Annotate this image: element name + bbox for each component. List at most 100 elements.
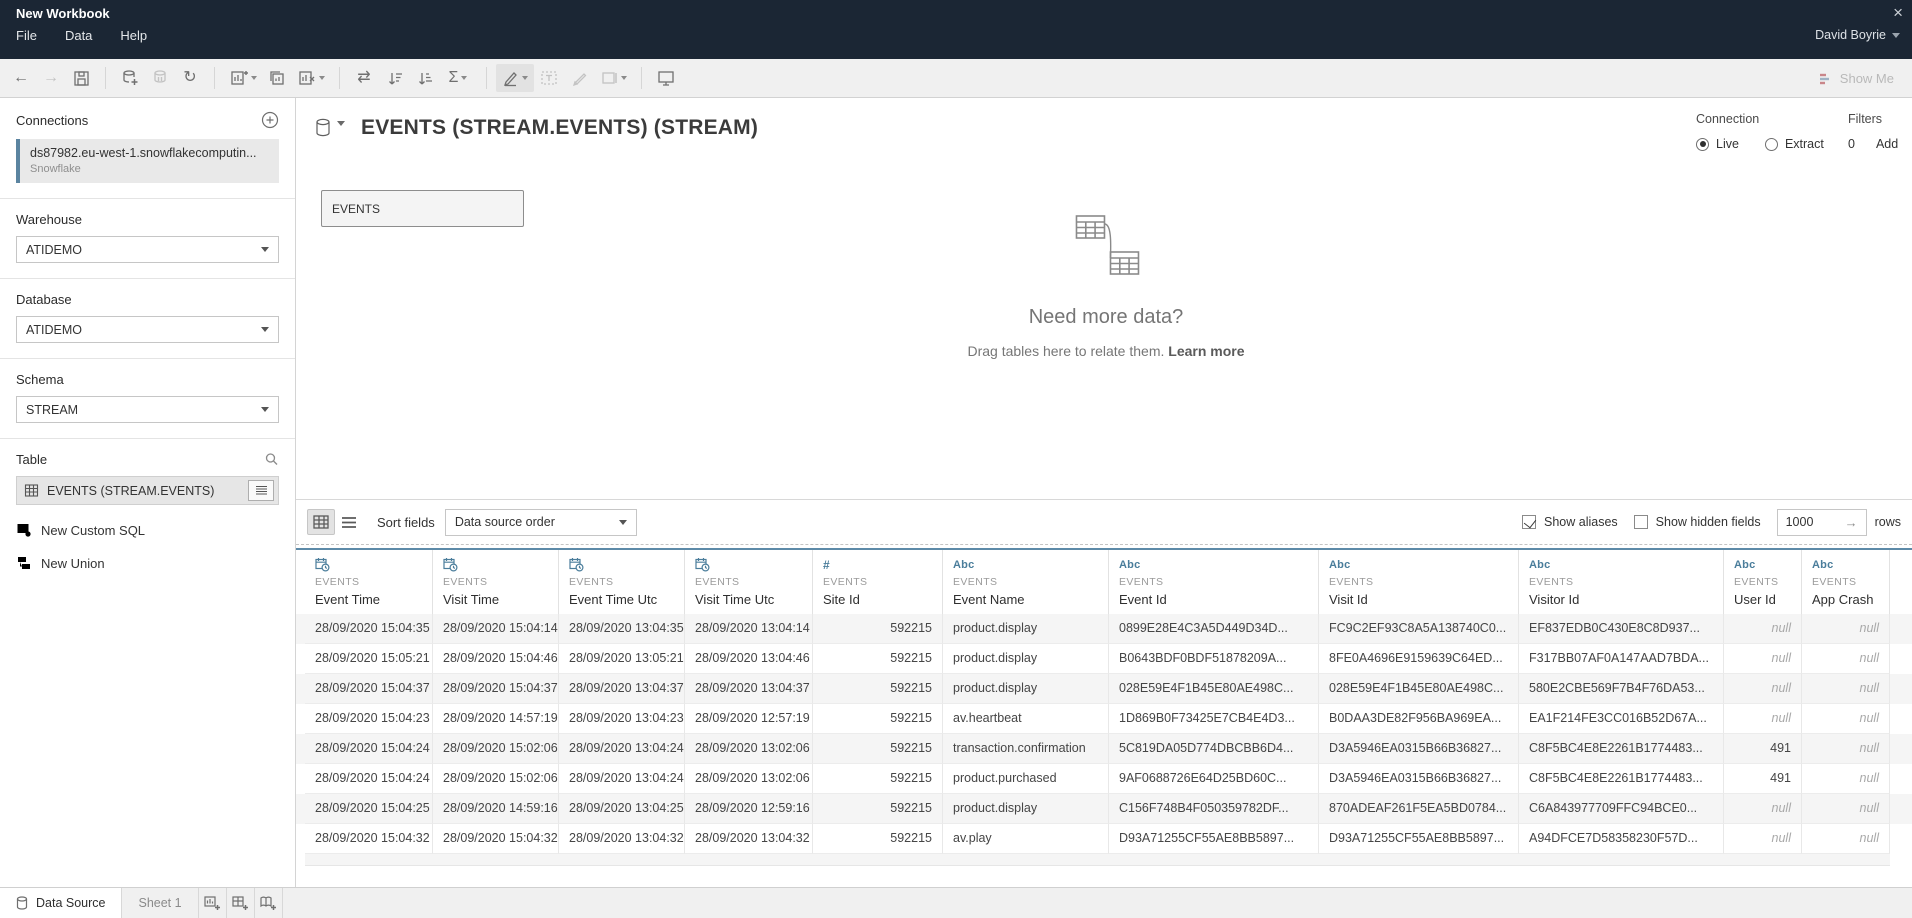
run-update-button[interactable]: ↻ [175, 64, 205, 92]
table-cell[interactable]: 28/09/2020 12:59:16 [685, 794, 813, 824]
menu-data[interactable]: Data [65, 28, 92, 43]
pause-auto-updates-button[interactable] [145, 64, 175, 92]
column-header-visitor-id[interactable]: AbcEVENTSVisitor Id [1519, 550, 1724, 614]
table-cell[interactable]: D93A71255CF55AE8BB5897... [1319, 824, 1519, 854]
table-cell[interactable]: null [1724, 614, 1802, 644]
table-cell[interactable]: 592215 [813, 764, 943, 794]
table-cell[interactable]: 9AF0688726E64D25BD60C... [1109, 764, 1319, 794]
table-cell[interactable]: 28/09/2020 13:05:21 [559, 644, 685, 674]
table-cell[interactable]: 28/09/2020 14:57:19 [433, 704, 559, 734]
add-connection-icon[interactable] [261, 111, 279, 129]
table-cell[interactable]: 28/09/2020 13:02:06 [685, 764, 813, 794]
table-cell[interactable]: 28/09/2020 15:04:32 [433, 824, 559, 854]
table-cell[interactable]: FC9C2EF93C8A5A138740C0... [1319, 614, 1519, 644]
table-cell[interactable]: 28/09/2020 13:04:25 [559, 794, 685, 824]
table-cell[interactable]: av.play [943, 824, 1109, 854]
warehouse-select[interactable]: ATIDEMO [16, 236, 279, 263]
table-cell[interactable]: B0643BDF0BDF51878209A... [1109, 644, 1319, 674]
table-cell[interactable]: 491 [1724, 764, 1802, 794]
table-item-events[interactable]: EVENTS (STREAM.EVENTS) [16, 476, 279, 505]
table-cell[interactable]: 28/09/2020 15:04:23 [305, 704, 433, 734]
table-cell[interactable]: null [1724, 704, 1802, 734]
table-cell[interactable]: 28/09/2020 15:02:06 [433, 764, 559, 794]
table-cell[interactable]: product.display [943, 794, 1109, 824]
table-cell[interactable]: 28/09/2020 13:04:37 [685, 674, 813, 704]
mark-labels-button[interactable] [534, 64, 564, 92]
redo-button[interactable]: → [36, 64, 66, 92]
table-cell[interactable]: D93A71255CF55AE8BB5897... [1109, 824, 1319, 854]
new-worksheet-tab-button[interactable] [199, 888, 227, 918]
table-cell[interactable]: F317BB07AF0A147AAD7BDA... [1519, 644, 1724, 674]
schema-select[interactable]: STREAM [16, 396, 279, 423]
format-button[interactable] [564, 64, 594, 92]
totals-button[interactable]: Σ [439, 64, 477, 92]
learn-more-link[interactable]: Learn more [1168, 343, 1244, 359]
sort-ascending-button[interactable] [379, 64, 409, 92]
table-cell[interactable]: 28/09/2020 13:04:37 [559, 674, 685, 704]
column-header-visit-time[interactable]: EVENTSVisit Time [433, 550, 559, 614]
table-cell[interactable]: null [1802, 734, 1890, 764]
highlight-button[interactable] [496, 64, 534, 92]
show-hidden-fields-checkbox[interactable] [1634, 515, 1648, 529]
table-cell[interactable]: 28/09/2020 13:04:24 [559, 764, 685, 794]
table-cell[interactable]: EF837EDB0C430E8C8D937... [1519, 614, 1724, 644]
table-cell[interactable]: 5C819DA05D774DBCBB6D4... [1109, 734, 1319, 764]
save-button[interactable] [66, 64, 96, 92]
table-cell[interactable]: 28/09/2020 12:57:19 [685, 704, 813, 734]
new-data-source-button[interactable] [115, 64, 145, 92]
column-header-event-time[interactable]: EVENTSEvent Time [305, 550, 433, 614]
table-cell[interactable]: 028E59E4F1B45E80AE498C... [1319, 674, 1519, 704]
row-count-input[interactable]: 1000 → [1777, 509, 1867, 536]
table-cell[interactable]: null [1802, 824, 1890, 854]
drop-zone[interactable]: Need more data? Drag tables here to rela… [967, 210, 1244, 359]
table-cell[interactable]: 592215 [813, 704, 943, 734]
close-icon[interactable]: × [1893, 3, 1903, 23]
live-radio[interactable]: Live [1696, 137, 1739, 151]
events-table-node[interactable]: EVENTS [321, 190, 524, 227]
table-cell[interactable]: null [1724, 674, 1802, 704]
presentation-mode-button[interactable] [651, 64, 681, 92]
menu-help[interactable]: Help [120, 28, 147, 43]
table-cell[interactable]: C6A843977709FFC94BCE0... [1519, 794, 1724, 824]
table-cell[interactable]: 28/09/2020 15:04:14 [433, 614, 559, 644]
table-cell[interactable]: 592215 [813, 734, 943, 764]
table-cell[interactable]: 8FE0A4696E9159639C64ED... [1319, 644, 1519, 674]
table-cell[interactable]: EA1F214FE3CC016B52D67A... [1519, 704, 1724, 734]
table-cell[interactable]: 28/09/2020 15:04:24 [305, 764, 433, 794]
column-header-event-id[interactable]: AbcEVENTSEvent Id [1109, 550, 1319, 614]
table-cell[interactable]: 28/09/2020 15:04:24 [305, 734, 433, 764]
menu-file[interactable]: File [16, 28, 37, 43]
table-cell[interactable]: null [1802, 794, 1890, 824]
add-filter-button[interactable]: Add [1876, 137, 1898, 151]
load-rows-icon[interactable]: → [1845, 515, 1858, 530]
table-cell[interactable]: transaction.confirmation [943, 734, 1109, 764]
table-cell[interactable]: 592215 [813, 614, 943, 644]
table-cell[interactable]: null [1802, 614, 1890, 644]
table-cell[interactable]: 028E59E4F1B45E80AE498C... [1109, 674, 1319, 704]
table-cell[interactable]: B0DAA3DE82F956BA969EA... [1319, 704, 1519, 734]
tab-sheet1[interactable]: Sheet 1 [122, 888, 198, 918]
metadata-view-button[interactable] [335, 509, 363, 535]
table-cell[interactable]: 28/09/2020 13:04:46 [685, 644, 813, 674]
table-cell[interactable]: av.heartbeat [943, 704, 1109, 734]
column-header-user-id[interactable]: AbcEVENTSUser Id [1724, 550, 1802, 614]
table-cell[interactable]: A94DFCE7D58358230F57D... [1519, 824, 1724, 854]
table-cell[interactable]: 28/09/2020 13:02:06 [685, 734, 813, 764]
sort-fields-select[interactable]: Data source order [445, 509, 637, 536]
table-cell[interactable]: 28/09/2020 14:59:16 [433, 794, 559, 824]
show-me-button[interactable]: Show Me [1818, 71, 1894, 86]
new-custom-sql-button[interactable]: New Custom SQL [16, 522, 279, 538]
table-cell[interactable]: null [1724, 644, 1802, 674]
table-cell[interactable]: null [1724, 794, 1802, 824]
table-cell[interactable]: C8F5BC4E8E2261B1774483... [1519, 734, 1724, 764]
new-union-button[interactable]: New Union [16, 555, 279, 571]
cell-size-button[interactable] [594, 64, 632, 92]
table-cell[interactable]: 28/09/2020 15:04:37 [305, 674, 433, 704]
table-cell[interactable]: 28/09/2020 13:04:24 [559, 734, 685, 764]
undo-button[interactable]: ← [6, 64, 36, 92]
table-cell[interactable]: 580E2CBE569F7B4F76DA53... [1519, 674, 1724, 704]
table-cell[interactable]: 592215 [813, 824, 943, 854]
table-cell[interactable]: D3A5946EA0315B66B36827... [1319, 764, 1519, 794]
table-cell[interactable]: 0899E28E4C3A5D449D34D... [1109, 614, 1319, 644]
table-cell[interactable]: 28/09/2020 15:05:21 [305, 644, 433, 674]
